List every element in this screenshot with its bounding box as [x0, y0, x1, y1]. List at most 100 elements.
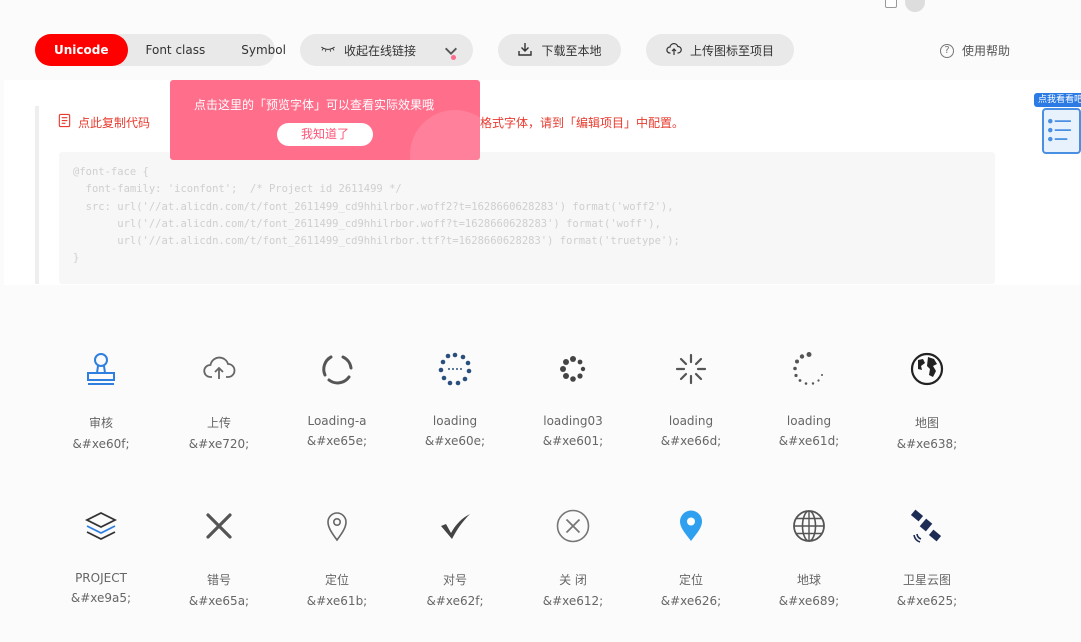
icon-name: 对号 [442, 573, 467, 587]
code-format-tabs: Unicode Font class Symbol [35, 34, 286, 66]
icon-card[interactable]: loading &#xe61d; [750, 336, 868, 493]
icon-card[interactable]: 地图 &#xe638; [868, 336, 986, 493]
icon-code: &#xe601; [542, 434, 604, 448]
float-badge-label: 点我看看吧 [1034, 93, 1081, 107]
floating-guide-badge[interactable]: 点我看看吧 [1034, 90, 1081, 156]
checkmark-icon [435, 506, 475, 546]
loading-ring-icon [435, 349, 475, 389]
icon-card[interactable]: PROJECT &#xe9a5; [42, 493, 160, 642]
icon-card[interactable]: 地球 &#xe689; [750, 493, 868, 642]
icon-name: 定位 [324, 573, 349, 587]
globe-map-icon [907, 349, 947, 389]
checkbox[interactable] [885, 0, 897, 8]
copy-code-label: 点此复制代码 [78, 115, 151, 130]
icon-code: &#xe61b; [306, 594, 368, 608]
icon-card[interactable]: 上传 &#xe720; [160, 336, 278, 493]
icon-name: 关 闭 [559, 573, 587, 587]
help-link[interactable]: ? 使用帮助 [940, 42, 1010, 59]
icon-code: &#xe62f; [426, 594, 484, 608]
icon-name: 定位 [678, 573, 703, 587]
icon-card[interactable]: Loading-a &#xe65e; [278, 336, 396, 493]
satellite-icon [907, 506, 947, 546]
icon-card[interactable]: 定位 &#xe61b; [278, 493, 396, 642]
icon-card[interactable]: loading &#xe60e; [396, 336, 514, 493]
icon-code: &#xe65e; [306, 434, 368, 448]
upload-label: 上传图标至项目 [689, 43, 774, 58]
help-label: 使用帮助 [962, 44, 1011, 58]
collapse-label: 收起在线链接 [344, 43, 417, 58]
popover-message: 点击这里的「预览字体」可以查看实际效果哦 [194, 98, 435, 112]
preview-font-popover: 点击这里的「预览字体」可以查看实际效果哦 我知道了 [170, 80, 480, 160]
icon-card[interactable]: 错号 &#xe65a; [160, 493, 278, 642]
icon-card[interactable]: loading &#xe66d; [632, 336, 750, 493]
collapse-online-link-button[interactable]: 收起在线链接 [300, 34, 473, 66]
upload-icon-to-project-button[interactable]: 上传图标至项目 [646, 34, 794, 66]
icon-code: &#xe638; [896, 437, 958, 451]
loading-dot-circle-icon [789, 349, 829, 389]
code-line: font-family: 'iconfont'; /* Project id 2… [73, 183, 402, 196]
icon-name: loading03 [543, 414, 603, 428]
got-it-button[interactable]: 我知道了 [277, 123, 373, 146]
icon-code: &#xe60e; [424, 434, 486, 448]
icon-card[interactable]: 定位 &#xe626; [632, 493, 750, 642]
audit-stamp-icon [81, 349, 121, 389]
icon-card[interactable]: loading03 &#xe601; [514, 336, 632, 493]
icon-name: 卫星云图 [902, 573, 951, 587]
copy-icon [57, 113, 72, 131]
icon-name: 上传 [206, 416, 231, 430]
download-label: 下载至本地 [541, 43, 602, 58]
icon-name: loading [786, 414, 832, 428]
tab-font-class[interactable]: Font class [128, 34, 224, 66]
question-icon: ? [940, 43, 954, 58]
code-line: url('//at.alicdn.com/t/font_2611499_cd9h… [73, 235, 680, 248]
code-line: url('//at.alicdn.com/t/font_2611499_cd9h… [73, 217, 661, 230]
icon-grid: 审核 &#xe60f; 上传 &#xe720; Loading-a &#xe65… [42, 336, 986, 642]
cross-icon [199, 506, 239, 546]
icon-name: 审核 [88, 416, 113, 430]
user-strip [885, 0, 925, 12]
code-panel: 点此复制代码 格式字体，请到「编辑项目」中配置。 @font-face { fo… [4, 80, 1081, 285]
icon-card[interactable]: 审核 &#xe60f; [42, 336, 160, 493]
icon-code: &#xe61d; [778, 434, 840, 448]
layers-icon [81, 506, 121, 546]
loading-spokes-icon [671, 349, 711, 389]
icon-code: &#xe625; [896, 594, 958, 608]
icon-code: &#xe60f; [72, 437, 130, 451]
location-outline-icon [317, 506, 357, 546]
icon-name: 错号 [206, 573, 231, 587]
guide-illustration-icon [1042, 108, 1081, 154]
icon-code: &#xe612; [542, 594, 604, 608]
earth-icon [789, 506, 829, 546]
icon-code: &#xe720; [188, 437, 250, 451]
config-tip-text: 格式字体，请到「编辑项目」中配置。 [480, 116, 685, 130]
icon-name: loading [668, 414, 714, 428]
icon-card[interactable]: 对号 &#xe62f; [396, 493, 514, 642]
loading-dots-icon [553, 349, 593, 389]
icon-name: Loading-a [307, 414, 367, 428]
code-line: @font-face { [73, 166, 149, 178]
icon-name: PROJECT [75, 571, 127, 585]
panel-accent-bar [35, 106, 39, 284]
eye-closed-icon [320, 41, 336, 60]
icon-code: &#xe66d; [660, 434, 722, 448]
avatar[interactable] [905, 0, 925, 12]
cloud-upload-icon [666, 41, 682, 60]
close-circle-icon [553, 506, 593, 546]
code-line: src: url('//at.alicdn.com/t/font_2611499… [73, 200, 674, 213]
tab-symbol[interactable]: Symbol [223, 34, 304, 66]
icon-code: &#xe9a5; [70, 591, 132, 605]
icon-name: 地图 [914, 416, 939, 430]
code-line: } [73, 252, 80, 265]
download-local-button[interactable]: 下载至本地 [498, 34, 621, 66]
icon-card[interactable]: 关 闭 &#xe612; [514, 493, 632, 642]
notification-dot [451, 55, 456, 60]
copy-code-link[interactable]: 点此复制代码 [57, 113, 150, 131]
font-face-code[interactable]: @font-face { font-family: 'iconfont'; /*… [59, 152, 995, 284]
tab-unicode[interactable]: Unicode [35, 34, 128, 66]
icon-card[interactable]: 卫星云图 &#xe625; [868, 493, 986, 642]
cloud-upload-icon [199, 349, 239, 389]
icon-name: loading [432, 414, 478, 428]
location-filled-icon [671, 506, 711, 546]
loading-arc-icon [317, 349, 357, 389]
icon-code: &#xe65a; [188, 594, 250, 608]
